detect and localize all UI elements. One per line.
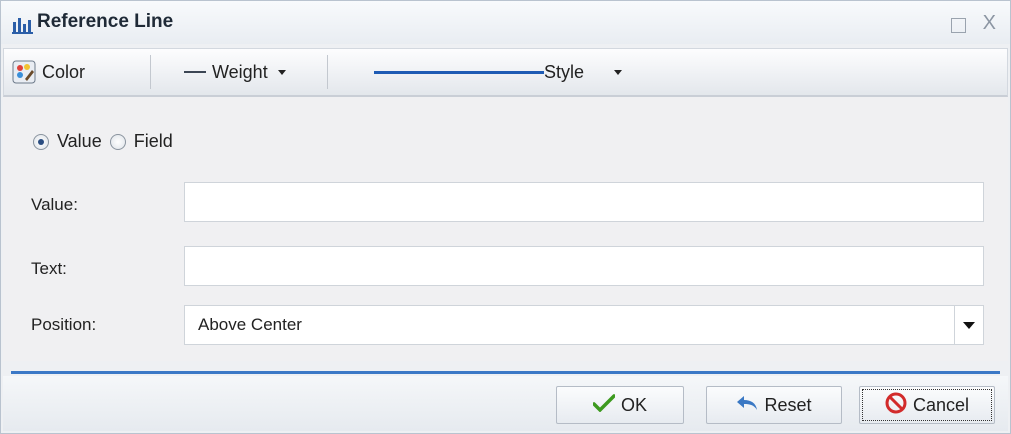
text-field-label: Text: [31, 259, 67, 278]
position-select[interactable]: Above Center [184, 305, 984, 345]
window-title: Reference Line [37, 11, 174, 32]
ok-button[interactable]: OK [556, 386, 684, 424]
cancel-label: Cancel [912, 394, 970, 415]
palette-icon [12, 60, 36, 84]
caret-down-icon [277, 69, 286, 75]
caret-down-icon [614, 69, 623, 75]
maximize-icon[interactable] [951, 18, 966, 33]
field-radio[interactable] [109, 133, 126, 150]
value-radio-label[interactable]: Value [57, 131, 102, 152]
check-icon [592, 393, 621, 417]
reset-button[interactable]: Reset [706, 386, 842, 424]
style-line-preview [374, 70, 544, 74]
position-selected-value: Above Center [198, 315, 302, 334]
color-button[interactable]: Color [12, 49, 85, 95]
value-radio[interactable] [33, 133, 49, 150]
bar-chart-icon [12, 12, 34, 34]
toolbar-separator [327, 55, 328, 89]
chevron-down-icon [963, 322, 975, 329]
form-area: Value Field Value: Text: Position: Above… [3, 97, 1008, 361]
ok-label: OK [620, 394, 647, 415]
button-bar: OK Reset Cancel [3, 376, 1008, 431]
style-dropdown[interactable]: Style [374, 49, 623, 95]
value-field-label: Value: [31, 195, 78, 214]
weight-line-icon [184, 71, 206, 73]
toolbar: Color Weight Style [3, 48, 1008, 97]
color-label: Color [42, 61, 86, 82]
mode-radio-group: Value Field [33, 131, 181, 152]
weight-dropdown[interactable]: Weight [184, 49, 286, 95]
reference-line-dialog: Reference Line X Color Weight Style Valu… [0, 0, 1011, 434]
toolbar-separator [150, 55, 151, 89]
reset-label: Reset [764, 394, 812, 415]
field-radio-label[interactable]: Field [134, 131, 173, 152]
title-bar[interactable]: Reference Line X [1, 1, 1010, 44]
position-dropdown-button[interactable] [954, 306, 983, 344]
style-label: Style [544, 61, 585, 82]
footer-divider [11, 371, 1000, 374]
value-input[interactable] [184, 182, 984, 222]
undo-arrow-icon [736, 394, 764, 417]
position-field-label: Position: [31, 315, 97, 334]
cancel-icon [885, 392, 913, 419]
close-icon[interactable]: X [983, 13, 996, 33]
weight-label: Weight [212, 61, 268, 82]
text-input[interactable] [184, 246, 984, 286]
cancel-button[interactable]: Cancel [859, 386, 995, 424]
